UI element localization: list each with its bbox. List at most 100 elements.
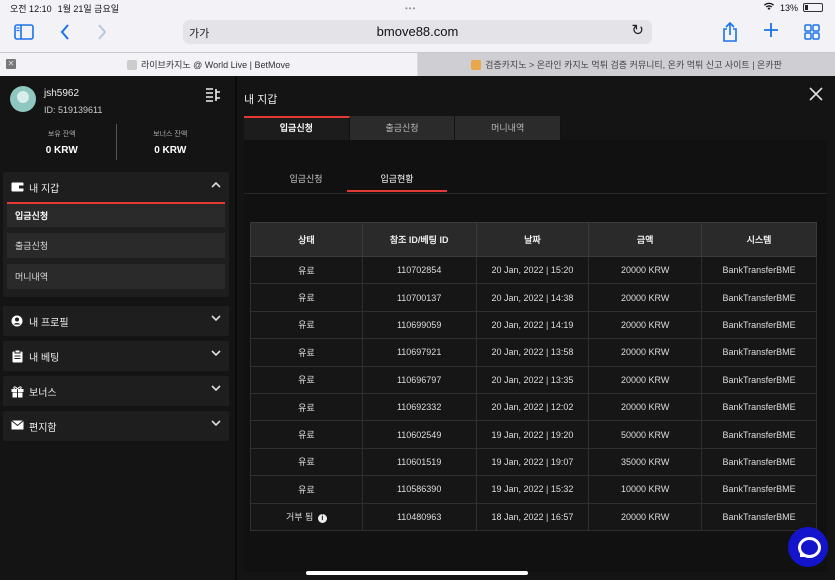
wallet-submenu: 입금신청 출금신청 머니내역 — [7, 202, 225, 289]
sidebar-item-profile[interactable]: 내 프로필 — [3, 306, 229, 336]
bonus-value: 0 KRW — [154, 145, 187, 156]
status-cell: 유료 — [250, 338, 363, 367]
column-header: 금액 — [588, 222, 703, 257]
sidebar-item-betting[interactable]: 내 베팅 — [3, 341, 229, 371]
close-tab-icon[interactable]: ✕ — [6, 59, 16, 69]
table-row: 유료 110696797 20 Jan, 2022 | 13:35 20000 … — [250, 365, 817, 394]
sidebar-item-label: 보너스 — [29, 387, 57, 399]
modal-title: 내 지갑 — [244, 94, 278, 106]
column-header: 상태 — [250, 222, 363, 257]
amount-cell: 20000 KRW — [588, 283, 703, 312]
browser-tab[interactable]: 검증카지노 > 온라인 카지노 먹튀 검증 커뮤니티, 온카 먹튀 신고 사이트… — [418, 53, 835, 76]
tab-overview-icon[interactable] — [804, 24, 820, 44]
gift-icon — [11, 385, 24, 398]
sidebar-item-bonus[interactable]: 보너스 — [3, 376, 229, 406]
sidebar-item-mailbox[interactable]: 편지함 — [3, 411, 229, 441]
amount-cell: 35000 KRW — [588, 447, 703, 477]
status-cell: 유료 — [250, 365, 363, 394]
subtab-deposit-status[interactable]: 입금현황 — [347, 168, 447, 192]
reference-id-cell: 110700137 — [361, 283, 477, 312]
chevron-down-icon[interactable] — [211, 314, 221, 325]
deposit-history-table: 상태 참조 ID/베팅 ID 날짜 금액 시스템 유료 110702854 20… — [250, 222, 817, 531]
date-cell: 19 Jan, 2022 | 19:07 — [475, 447, 590, 477]
table-row: 유료 110692332 20 Jan, 2022 | 12:02 20000 … — [250, 392, 817, 422]
status-bar: 오전 12:10 1월 21일 금요일 ••• 13% — [0, 0, 835, 16]
tab-title: 라이브카지노 @ World Live | BetMove — [140, 60, 291, 70]
multitask-dots[interactable]: ••• — [405, 4, 416, 13]
amount-cell: 20000 KRW — [588, 310, 703, 340]
date-cell: 20 Jan, 2022 | 12:02 — [475, 392, 590, 422]
status-date: 1월 21일 금요일 — [57, 3, 120, 14]
browser-tab-active[interactable]: ✕ 라이브카지노 @ World Live | BetMove — [0, 53, 417, 76]
user-id: ID: 519139611 — [44, 105, 103, 115]
favicon-icon — [471, 59, 482, 70]
user-circle-icon — [11, 315, 23, 327]
system-cell: BankTransferBME — [701, 392, 817, 422]
date-cell: 20 Jan, 2022 | 14:19 — [475, 310, 590, 340]
profile-menu-icon[interactable] — [205, 88, 221, 105]
sidebar-subitem-deposit[interactable]: 입금신청 — [7, 202, 225, 227]
modal-tabs: 입금신청 출금신청 머니내역 — [244, 116, 562, 140]
amount-cell: 20000 KRW — [588, 392, 703, 422]
tab-withdraw[interactable]: 출금신청 — [350, 116, 456, 140]
betting-menu: 내 베팅 — [3, 341, 229, 371]
new-tab-icon[interactable] — [763, 22, 779, 42]
battery-percent: 13% — [779, 2, 798, 13]
home-indicator[interactable] — [306, 571, 528, 575]
reference-id-cell: 110697921 — [361, 338, 477, 367]
status-cell: 유료 — [250, 475, 363, 504]
sidebar-toggle-icon[interactable] — [14, 24, 34, 44]
tab-money-history[interactable]: 머니내역 — [455, 116, 562, 140]
reload-icon[interactable]: ↻ — [631, 21, 644, 39]
chevron-down-icon[interactable] — [211, 349, 221, 360]
reference-id-cell: 110696797 — [361, 365, 477, 394]
amount-cell: 20000 KRW — [588, 502, 703, 531]
balance-box: 보유 잔액 0 KRW — [10, 124, 114, 160]
table-row: 거부 됨 i 110480963 18 Jan, 2022 | 16:57 20… — [250, 502, 817, 531]
reference-id-cell: 110586390 — [361, 475, 477, 504]
table-row: 유료 110586390 19 Jan, 2022 | 15:32 10000 … — [250, 475, 817, 504]
share-icon[interactable] — [722, 21, 738, 46]
live-chat-button[interactable] — [788, 527, 828, 567]
status-cell: 거부 됨 i — [250, 502, 363, 531]
browser-tabs: ✕ 라이브카지노 @ World Live | BetMove 검증카지노 > … — [0, 52, 835, 76]
sidebar: jsh5962 ID: 519139611 보유 잔액 0 KRW 보너스 잔액… — [0, 76, 235, 580]
system-cell: BankTransferBME — [701, 338, 817, 367]
amount-cell: 20000 KRW — [588, 338, 703, 367]
sidebar-subitem-withdraw[interactable]: 출금신청 — [7, 233, 225, 258]
address-bar[interactable]: 가가 bmove88.com ↻ — [183, 20, 652, 44]
sub-tabs: 입금신청 입금현황 — [244, 168, 827, 194]
subtab-deposit-request[interactable]: 입금신청 — [256, 168, 356, 190]
balance-label: 보유 잔액 — [47, 131, 76, 138]
url-domain: bmove88.com — [376, 24, 459, 39]
status-cell: 유료 — [250, 255, 363, 285]
username: jsh5962 — [44, 88, 80, 99]
mailbox-menu: 편지함 — [3, 411, 229, 441]
sidebar-subitem-money-history[interactable]: 머니내역 — [7, 264, 225, 289]
amount-cell: 50000 KRW — [588, 420, 703, 449]
chevron-up-icon[interactable] — [211, 180, 221, 191]
wallet-icon — [11, 181, 24, 193]
chevron-down-icon[interactable] — [211, 384, 221, 395]
back-icon[interactable] — [60, 24, 70, 44]
tab-deposit[interactable]: 입금신청 — [244, 116, 350, 140]
amount-cell: 20000 KRW — [588, 255, 703, 285]
info-icon[interactable]: i — [317, 514, 327, 524]
reference-id-cell: 110702854 — [361, 255, 477, 285]
status-time: 오전 12:10 — [10, 3, 52, 14]
sidebar-item-wallet[interactable]: 내 지갑 — [3, 172, 229, 202]
chevron-down-icon[interactable] — [211, 419, 221, 430]
wallet-menu: 내 지갑 입금신청 출금신청 머니내역 — [3, 172, 229, 297]
status-cell: 유료 — [250, 420, 363, 449]
system-cell: BankTransferBME — [701, 283, 817, 312]
status-cell: 유료 — [250, 392, 363, 422]
envelope-icon — [11, 420, 24, 432]
close-icon[interactable] — [809, 85, 823, 106]
date-cell: 19 Jan, 2022 | 15:32 — [475, 475, 590, 504]
tab-title: 검증카지노 > 온라인 카지노 먹튀 검증 커뮤니티, 온카 먹튀 신고 사이트… — [485, 60, 782, 70]
date-cell: 19 Jan, 2022 | 19:20 — [475, 420, 590, 449]
table-row: 유료 110700137 20 Jan, 2022 | 14:38 20000 … — [250, 283, 817, 312]
date-cell: 20 Jan, 2022 | 13:58 — [475, 338, 590, 367]
forward-icon[interactable] — [97, 24, 107, 44]
table-row: 유료 110602549 19 Jan, 2022 | 19:20 50000 … — [250, 420, 817, 449]
